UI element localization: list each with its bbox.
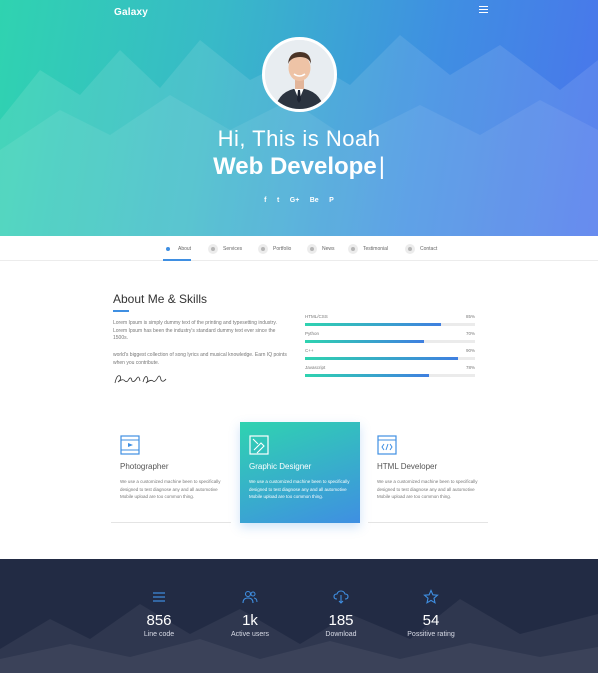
nav-label: Testimonial <box>363 245 389 252</box>
stat-number: 1k <box>242 612 258 629</box>
behance-icon[interactable]: Be <box>310 197 319 204</box>
service-card-photographer[interactable]: Photographer We use a customized machine… <box>111 422 231 523</box>
code-icon <box>377 435 397 455</box>
grid-icon <box>258 243 268 254</box>
service-title: Graphic Designer <box>249 462 312 471</box>
stats-section: 856 Line code 1k Active users 185 Downlo… <box>0 559 598 673</box>
skill-fill <box>305 323 441 326</box>
nav-label: Services <box>223 245 243 252</box>
stat-label: Download <box>325 631 357 638</box>
film-icon <box>120 435 140 455</box>
skill-bar: HTML/CSS 85% <box>305 314 475 326</box>
skill-name: HTML/CSS <box>305 314 328 319</box>
users-icon <box>242 590 258 604</box>
service-description: We use a customized machine been to spec… <box>377 479 478 499</box>
service-description: We use a customized machine been to spec… <box>120 479 221 499</box>
send-icon <box>405 243 415 254</box>
stat-active-users: 1k Active users <box>205 589 295 638</box>
facebook-icon[interactable]: f <box>264 197 266 204</box>
hamburger-icon[interactable] <box>479 6 488 14</box>
hero-role: Web Develope| <box>0 153 598 181</box>
skill-fill <box>305 357 458 360</box>
person-icon <box>163 243 173 254</box>
stat-label: Line code <box>143 631 175 638</box>
star-icon <box>423 589 439 604</box>
social-links: f t G+ Be P <box>0 189 598 207</box>
service-title: HTML Developer <box>377 462 438 471</box>
cloud-download-icon <box>333 590 349 604</box>
nav-item-testimonial[interactable]: Testimonial <box>348 236 388 261</box>
hero-greeting: Hi, This is Noah <box>217 126 381 151</box>
google-plus-icon[interactable]: G+ <box>290 197 300 204</box>
nav-item-about[interactable]: About <box>163 236 192 261</box>
logo[interactable]: Galaxy <box>114 7 148 18</box>
nav-item-services[interactable]: Services <box>208 236 242 261</box>
skill-bar: Python 70% <box>305 331 475 343</box>
nav-item-contact[interactable]: Contact <box>405 236 437 261</box>
skill-fill <box>305 374 430 377</box>
stat-number: 185 <box>328 612 354 629</box>
skill-bar: Javascript 78% <box>305 365 475 377</box>
skill-value: 90% <box>465 348 475 353</box>
nav-label: News <box>322 245 335 252</box>
section-nav: About Services Portfolio News Testimonia… <box>0 236 598 261</box>
about-title: About Me & Skills <box>113 292 208 312</box>
quote-icon <box>348 243 358 254</box>
skill-value: 70% <box>465 331 475 336</box>
stat-number: 54 <box>422 612 440 629</box>
skill-name: Javascript <box>305 365 326 370</box>
service-card-html-developer[interactable]: HTML Developer We use a customized machi… <box>368 422 488 523</box>
lines-icon <box>153 592 165 602</box>
hero-section: Galaxy Hi, This is Noah Web Develope| f … <box>0 0 598 236</box>
nav-item-portfolio[interactable]: Portfolio <box>258 236 291 261</box>
stat-positive-rating: 54 Possitive rating <box>386 589 476 638</box>
signature-icon <box>114 375 167 384</box>
skill-fill <box>305 340 424 343</box>
nav-label: About <box>178 245 192 252</box>
pen-tool-icon <box>249 435 269 455</box>
about-paragraph-2: world's biggest collection of song lyric… <box>113 352 287 366</box>
stat-line-code: 856 Line code <box>114 589 204 638</box>
stat-label: Possitive rating <box>407 631 455 638</box>
about-paragraph-1: Lorem Ipsum is simply dummy text of the … <box>113 320 277 341</box>
skill-value: 85% <box>465 314 475 319</box>
skill-name: Python <box>305 331 320 336</box>
typing-caret: | <box>378 153 385 180</box>
service-title: Photographer <box>120 462 169 471</box>
hero-role-text: Web Develope <box>213 153 377 180</box>
gear-icon <box>208 243 218 254</box>
service-description: We use a customized machine been to spec… <box>249 479 350 499</box>
avatar <box>262 37 337 112</box>
stat-number: 856 <box>146 612 172 629</box>
nav-item-news[interactable]: News <box>307 236 335 261</box>
twitter-icon[interactable]: t <box>277 197 279 204</box>
nav-label: Contact <box>420 245 438 252</box>
news-icon <box>307 243 317 254</box>
skill-value: 78% <box>465 365 475 370</box>
stat-download: 185 Download <box>296 589 386 638</box>
stat-label: Active users <box>230 631 270 638</box>
skill-name: C++ <box>305 348 314 353</box>
nav-label: Portfolio <box>273 245 292 252</box>
skill-bar: C++ 90% <box>305 348 475 360</box>
pinterest-icon[interactable]: P <box>329 197 334 204</box>
service-card-graphic-designer[interactable]: Graphic Designer We use a customized mac… <box>240 422 360 523</box>
